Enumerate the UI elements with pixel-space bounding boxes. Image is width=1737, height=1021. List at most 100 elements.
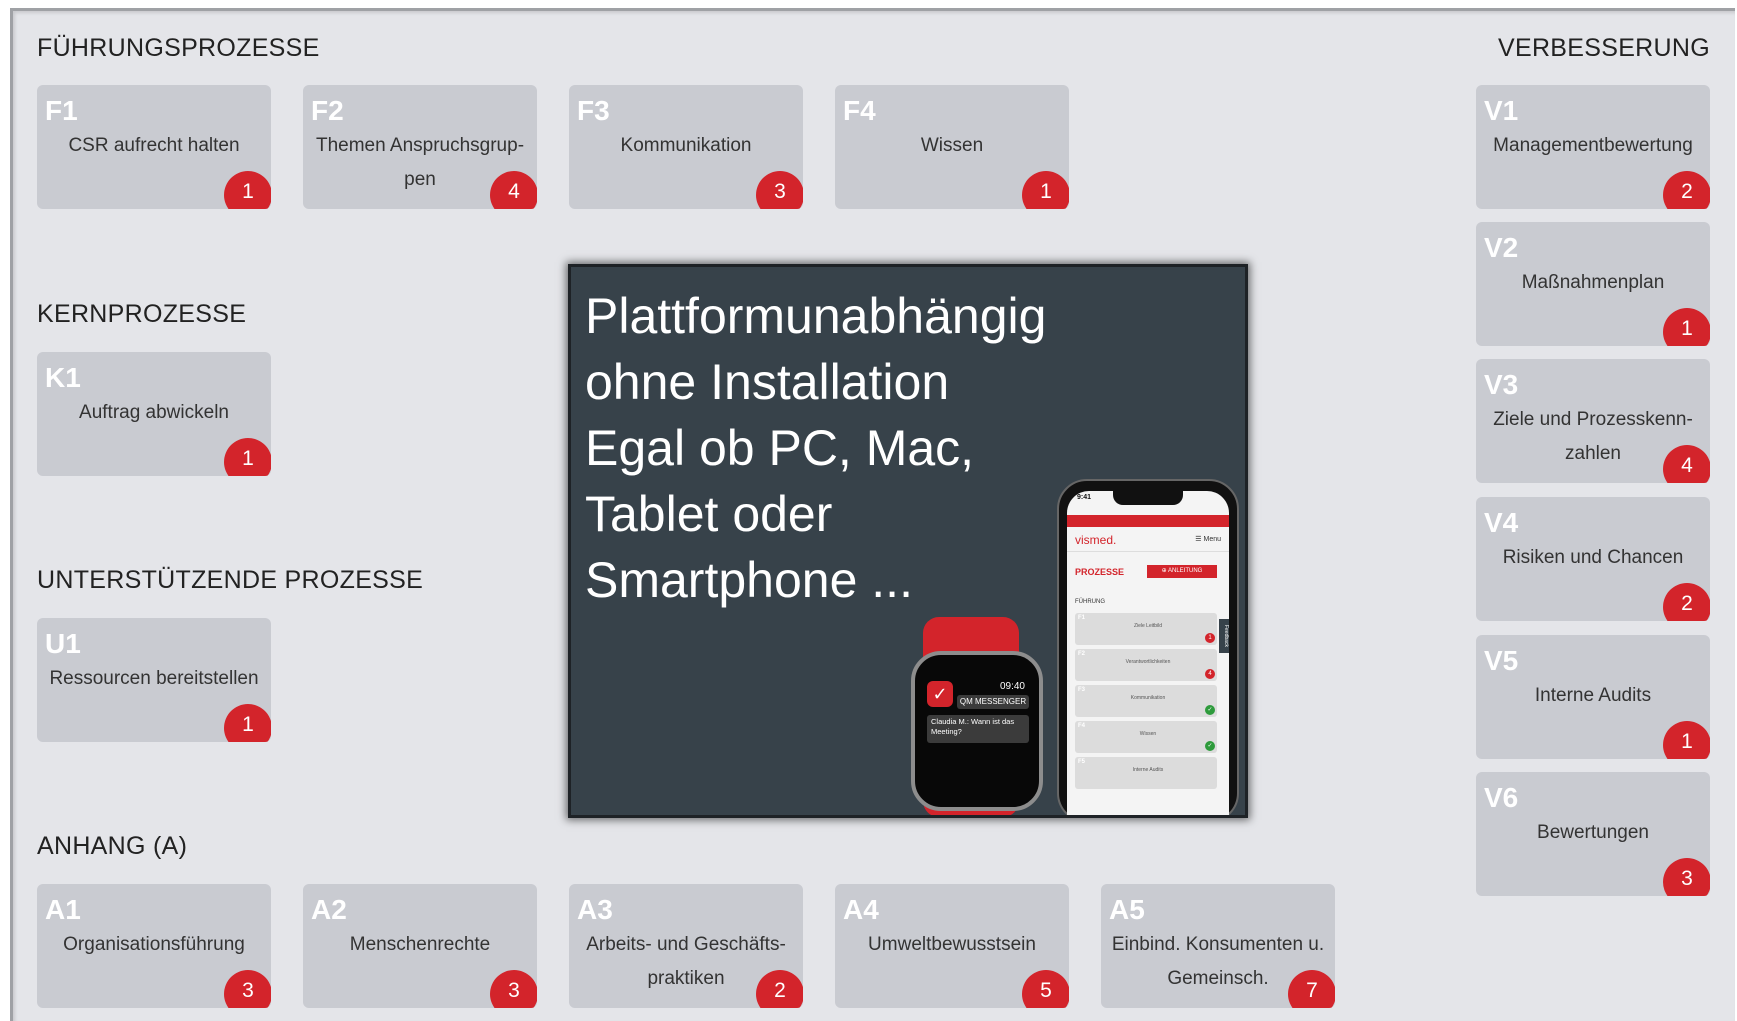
- process-label: Managementbewertung: [1493, 135, 1693, 156]
- promo-line: Tablet oder: [585, 486, 833, 542]
- process-card-v3[interactable]: V3 Ziele und Prozesskenn-zahlen 4: [1476, 359, 1710, 483]
- process-code: A3: [577, 894, 613, 925]
- count-badge: 1: [224, 171, 271, 209]
- process-label: Interne Audits: [1534, 685, 1652, 706]
- process-card-f3[interactable]: F3 Kommunikation 3: [569, 85, 803, 209]
- promo-line: Plattformunabhängig: [585, 288, 1047, 344]
- phone-process-row: F5 Interne Audits: [1075, 757, 1217, 789]
- process-code: K1: [45, 362, 81, 393]
- phone-menu-button: ☰ Menu: [1195, 536, 1221, 543]
- phone-row-label: Verantwortlichkeiten: [1125, 659, 1171, 665]
- count-badge: 1: [224, 438, 271, 476]
- process-card-a5[interactable]: A5 Einbind. Konsumenten u. Gemeinsch. 7: [1101, 884, 1335, 1008]
- process-card-v2[interactable]: V2 Maßnahmenplan 1: [1476, 222, 1710, 346]
- phone-row-code: F3: [1078, 687, 1086, 693]
- process-code: A1: [45, 894, 81, 925]
- phone-row-code: F4: [1078, 723, 1086, 729]
- process-label: Maßnahmenplan: [1521, 272, 1665, 293]
- process-code: F4: [843, 95, 876, 126]
- count-badge: 2: [1663, 583, 1710, 621]
- process-card-a3[interactable]: A3 Arbeits- und Geschäfts-praktiken 2: [569, 884, 803, 1008]
- phone-row-label: Ziele Leitbild: [1133, 623, 1163, 629]
- promo-line: Egal ob PC, Mac,: [585, 420, 975, 476]
- process-label: Kommunikation: [620, 135, 752, 156]
- count-badge: 4: [490, 171, 537, 209]
- phone-screen: 9:41 vismed. ☰ Menu PROZESSE ⊕ ANLEITUNG…: [1067, 491, 1229, 815]
- phone-brand-logo: vismed.: [1075, 533, 1117, 547]
- process-card-f4[interactable]: F4 Wissen 1: [835, 85, 1069, 209]
- process-code: V4: [1484, 507, 1519, 538]
- count-badge: 1: [1663, 308, 1710, 346]
- section-title-kernprozesse: KERNPROZESSE: [37, 300, 247, 328]
- process-card-k1[interactable]: K1 Auftrag abwickeln 1: [37, 352, 271, 476]
- process-card-a1[interactable]: A1 Organisationsführung 3: [37, 884, 271, 1008]
- process-card-f2[interactable]: F2 Themen Anspruchsgrup-pen 4: [303, 85, 537, 209]
- check-icon: ✓: [927, 681, 953, 707]
- watch-app-name: QM MESSENGER: [957, 695, 1029, 709]
- section-title-fuehrungsprozesse: FÜHRUNGSPROZESSE: [37, 34, 320, 62]
- phone-process-row: F3 Kommunikation ✓: [1075, 685, 1217, 717]
- count-badge: 5: [1022, 970, 1069, 1008]
- process-card-a4[interactable]: A4 Umweltbewusstsein 5: [835, 884, 1069, 1008]
- count-badge: 3: [756, 171, 803, 209]
- phone-notch: [1113, 491, 1183, 505]
- section-title-verbesserung: VERBESSERUNG: [1498, 34, 1710, 62]
- process-card-v6[interactable]: V6 Bewertungen 3: [1476, 772, 1710, 896]
- process-code: F1: [45, 95, 78, 126]
- phone-guide-button: ⊕ ANLEITUNG: [1147, 565, 1217, 578]
- process-code: V1: [1484, 95, 1519, 126]
- phone-time: 9:41: [1077, 494, 1092, 501]
- process-code: F3: [577, 95, 610, 126]
- process-label: Ressourcen bereitstellen: [49, 668, 259, 689]
- count-badge: 1: [1022, 171, 1069, 209]
- process-card-f1[interactable]: F1 CSR aufrecht halten 1: [37, 85, 271, 209]
- watch-message: Claudia M.: Wann ist das Meeting?: [927, 715, 1029, 743]
- count-badge: 7: [1288, 970, 1335, 1008]
- count-badge: 4: [1663, 445, 1710, 483]
- phone-heading: PROZESSE: [1075, 567, 1125, 577]
- phone-row-label: Wissen: [1139, 731, 1157, 737]
- process-card-a2[interactable]: A2 Menschenrechte 3: [303, 884, 537, 1008]
- smartphone-image: 9:41 vismed. ☰ Menu PROZESSE ⊕ ANLEITUNG…: [1057, 479, 1239, 815]
- phone-row-badge: 4: [1205, 669, 1215, 679]
- section-title-anhang: ANHANG (A): [37, 832, 188, 860]
- process-code: A5: [1109, 894, 1145, 925]
- process-code: V5: [1484, 645, 1519, 676]
- count-badge: 1: [1663, 721, 1710, 759]
- phone-section-label: FÜHRUNG: [1075, 599, 1105, 605]
- phone-row-badge: 1: [1205, 633, 1215, 643]
- phone-topbar: [1067, 515, 1229, 527]
- count-badge: 2: [756, 970, 803, 1008]
- count-badge: 3: [1663, 858, 1710, 896]
- count-badge: 1: [224, 704, 271, 742]
- process-label: Auftrag abwickeln: [79, 402, 229, 423]
- phone-process-row: F2 Verantwortlichkeiten 4: [1075, 649, 1217, 681]
- process-label: Bewertungen: [1537, 822, 1649, 843]
- phone-feedback-tab: Feedback: [1219, 619, 1229, 653]
- process-label: CSR aufrecht halten: [68, 135, 240, 156]
- process-card-u1[interactable]: U1 Ressourcen bereitstellen 1: [37, 618, 271, 742]
- process-card-v5[interactable]: V5 Interne Audits 1: [1476, 635, 1710, 759]
- phone-row-code: F1: [1078, 615, 1086, 621]
- watch-time: 09:40: [999, 681, 1025, 692]
- process-code: V3: [1484, 369, 1519, 400]
- phone-row-label: Interne Audits: [1132, 767, 1164, 773]
- process-code: A2: [311, 894, 347, 925]
- process-code: A4: [843, 894, 879, 925]
- phone-process-row: F1 Ziele Leitbild 1: [1075, 613, 1217, 645]
- process-code: F2: [311, 95, 344, 126]
- count-badge: 2: [1663, 171, 1710, 209]
- process-card-v1[interactable]: V1 Managementbewertung 2: [1476, 85, 1710, 209]
- process-code: U1: [45, 628, 81, 659]
- process-card-v4[interactable]: V4 Risiken und Chancen 2: [1476, 497, 1710, 621]
- process-label: Menschenrechte: [349, 934, 491, 955]
- phone-row-label: Kommunikation: [1130, 695, 1166, 701]
- phone-divider: [1067, 551, 1229, 552]
- phone-row-code: F5: [1078, 759, 1086, 765]
- phone-process-row: F4 Wissen ✓: [1075, 721, 1217, 753]
- process-label: Risiken und Chancen: [1502, 547, 1684, 568]
- count-badge: 3: [224, 970, 271, 1008]
- promo-line: ohne Installation: [585, 354, 950, 410]
- phone-row-code: F2: [1078, 651, 1086, 657]
- promo-banner: Plattformunabhängig ohne Installation Eg…: [568, 264, 1248, 818]
